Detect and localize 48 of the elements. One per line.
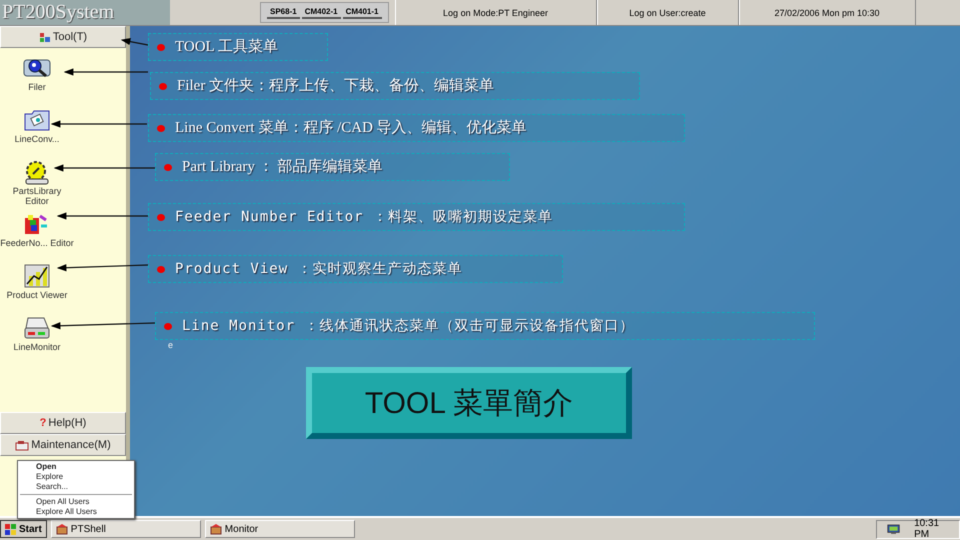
callout-text: Part Library ： 部品库编辑菜单 — [182, 158, 382, 176]
tool-item[interactable]: Product Viewer — [0, 262, 74, 310]
callout-text: Line Convert 菜单：程序 /CAD 导入、编辑、优化菜单 — [175, 119, 527, 137]
menu-item[interactable]: Open — [18, 462, 134, 472]
note-mark: e — [168, 340, 174, 350]
bullet-dot — [157, 266, 165, 273]
machine-label: SP68-1 — [267, 6, 300, 19]
tool-menu-button[interactable]: Tool(T) — [0, 26, 126, 48]
callout-text: TOOL 工具菜单 — [175, 38, 278, 56]
bullet-dot — [157, 125, 165, 132]
start-button[interactable]: Start — [0, 520, 47, 538]
help-menu-button[interactable]: ? Help(H) — [0, 412, 126, 434]
chart-icon — [22, 262, 52, 290]
house-icon — [210, 524, 222, 534]
app-logo: PT200System — [0, 0, 170, 25]
pointer-arrow — [120, 38, 148, 46]
date-time: 27/02/2006 Mon pm 10:30 — [738, 0, 916, 25]
callout-text: Filer 文件夹：程序上传、下栽、备份、编辑菜单 — [177, 77, 494, 95]
callout-text: Product View ：实时观察生产动态菜单 — [175, 260, 463, 278]
tool-item[interactable]: Filer — [0, 54, 74, 102]
machine-label: CM402-1 — [302, 6, 341, 19]
taskbar-button[interactable]: Monitor — [204, 520, 355, 538]
menu-item[interactable]: Search... — [18, 482, 134, 492]
menu-item[interactable]: Explore — [18, 472, 134, 482]
question-icon: ? — [40, 417, 46, 429]
windows-logo-icon — [5, 524, 17, 534]
house-icon — [56, 524, 68, 534]
bullet-dot — [164, 323, 172, 330]
bullet-dot — [157, 214, 165, 221]
monitor-icon — [887, 522, 900, 536]
callout-text: Line Monitor ：线体通讯状态菜单（双击可显示设备指代窗口） — [182, 317, 635, 335]
maintenance-menu-button[interactable]: Maintenance(M) — [0, 434, 126, 456]
bullet-dot — [159, 83, 167, 90]
tool-item[interactable]: LineConv... — [0, 106, 74, 154]
logon-user: Log on User:create — [596, 0, 738, 25]
taskbar-button[interactable]: PTShell — [50, 520, 201, 538]
tool-item[interactable]: FeederNo... Editor — [0, 210, 74, 258]
tool-item[interactable]: LineMonitor — [0, 314, 74, 362]
machine-label: CM401-1 — [342, 6, 382, 19]
bullet-dot — [157, 44, 165, 51]
tool-item[interactable]: PartsLibrary Editor — [0, 158, 74, 206]
clock-text: 10:31 PM — [914, 518, 940, 540]
logon-mode: Log on Mode:PT Engineer — [394, 0, 596, 25]
menu-item[interactable]: Explore All Users — [18, 507, 134, 517]
slide-title: TOOL 菜單簡介 — [306, 367, 632, 439]
bullet-dot — [164, 164, 172, 171]
callout-text: Feeder Number Editor ：料架、吸嘴初期设定菜单 — [175, 208, 554, 226]
menu-item[interactable]: Open All Users — [18, 497, 134, 507]
